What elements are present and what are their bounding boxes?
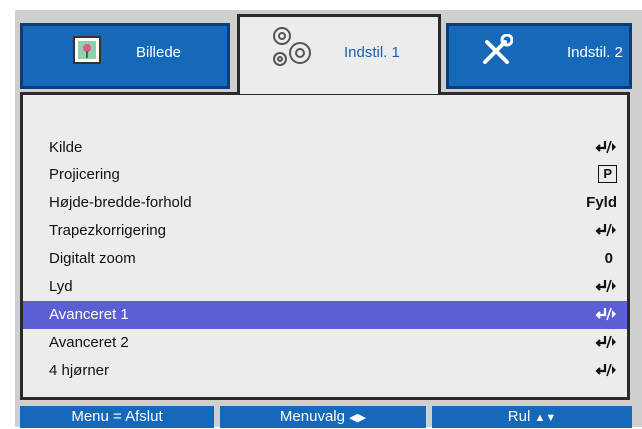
- menu-item-avanceret-2[interactable]: Avanceret 2: [23, 329, 627, 357]
- enter-arrow-icon: [595, 139, 617, 155]
- menu-item-trapezkorrigering[interactable]: Trapezkorrigering: [23, 217, 627, 245]
- zoom-value: 0: [604, 250, 613, 267]
- menu-item-avanceret-1[interactable]: Avanceret 1: [23, 301, 627, 329]
- footer-select-hint: Menuvalg ◀▶: [220, 406, 426, 428]
- menu-item-aspect-ratio[interactable]: Højde-bredde-forhold Fyld: [23, 189, 627, 217]
- tab-billede[interactable]: Billede: [20, 23, 230, 89]
- menu-panel: Kilde Projicering P Højde-bredde-forhold…: [20, 92, 630, 400]
- aspect-ratio-value: Fyld: [586, 194, 617, 211]
- up-down-arrows-icon: ▲▼: [534, 412, 557, 424]
- enter-arrow-icon: [595, 306, 617, 322]
- tools-icon: [483, 34, 513, 64]
- footer-select-label: Menuvalg: [279, 408, 345, 425]
- menu-item-kilde[interactable]: Kilde: [23, 134, 627, 162]
- menu-item-digitalt-zoom[interactable]: Digitalt zoom 0: [23, 245, 627, 273]
- footer-scroll-hint: Rul ▲▼: [432, 406, 632, 428]
- osd-menu: Billede Indstil. 1 Indstil. 2 Kilde Proj…: [15, 10, 642, 428]
- picture-icon: [73, 36, 101, 64]
- menu-item-label: Avanceret 2: [49, 334, 129, 351]
- projection-value: P: [598, 165, 617, 183]
- menu-item-label: Digitalt zoom: [49, 250, 136, 267]
- footer-exit-hint: Menu = Afslut: [20, 406, 214, 428]
- tab-indstil-2-label: Indstil. 2: [567, 44, 623, 61]
- enter-arrow-icon: [595, 362, 617, 378]
- footer-exit-label: Menu = Afslut: [71, 408, 163, 425]
- menu-item-label: Projicering: [49, 166, 120, 183]
- footer-scroll-label: Rul: [507, 408, 531, 425]
- menu-item-lyd[interactable]: Lyd: [23, 273, 627, 301]
- tab-indstil-2[interactable]: Indstil. 2: [446, 23, 632, 89]
- left-right-arrows-icon: ◀▶: [349, 412, 367, 424]
- menu-item-4-hjorner[interactable]: 4 hjørner: [23, 357, 627, 385]
- menu-item-label: Højde-bredde-forhold: [49, 194, 192, 211]
- menu-item-label: Avanceret 1: [49, 306, 129, 323]
- menu-item-label: Lyd: [49, 278, 73, 295]
- projection-mode-badge: P: [598, 165, 617, 183]
- menu-item-projicering[interactable]: Projicering P: [23, 161, 627, 189]
- gears-icon: [273, 27, 311, 66]
- menu-item-label: Trapezkorrigering: [49, 222, 166, 239]
- enter-arrow-icon: [595, 278, 617, 294]
- menu-item-label: Kilde: [49, 139, 83, 156]
- tab-billede-label: Billede: [136, 44, 182, 61]
- footer-bar: Menu = Afslut Menuvalg ◀▶ Rul ▲▼: [20, 406, 632, 428]
- tab-indstil-1[interactable]: Indstil. 1: [237, 14, 441, 94]
- menu-item-label: 4 hjørner: [49, 362, 110, 379]
- tab-indstil-1-label: Indstil. 1: [344, 44, 400, 61]
- enter-arrow-icon: [595, 222, 617, 238]
- enter-arrow-icon: [595, 334, 617, 350]
